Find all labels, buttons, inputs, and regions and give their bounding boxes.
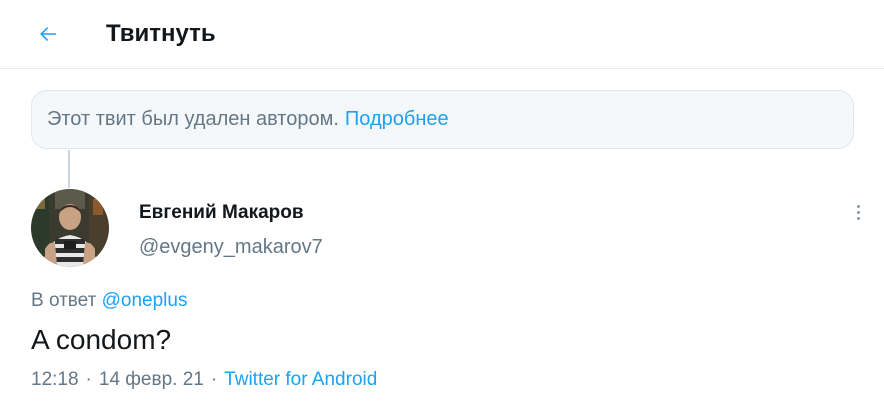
tweet-metadata: 12:18 · 14 февр. 21 · Twitter for Android xyxy=(31,368,377,392)
more-vertical-icon-dot xyxy=(856,216,860,220)
more-vertical-icon-dot xyxy=(856,210,860,214)
page-title: Твитнуть xyxy=(106,20,216,47)
more-vertical-icon xyxy=(856,204,860,208)
tweet-source-link[interactable]: Twitter for Android xyxy=(224,369,377,390)
back-button[interactable] xyxy=(28,14,68,54)
author-handle[interactable]: @evgeny_makarov7 xyxy=(139,235,323,259)
avatar[interactable] xyxy=(31,189,109,267)
more-options-button[interactable] xyxy=(848,200,868,224)
meta-separator: · xyxy=(210,369,218,390)
arrow-left-icon xyxy=(40,27,56,41)
reply-mention-link[interactable]: @oneplus xyxy=(102,290,188,311)
deleted-notice-text: Этот твит был удален автором. xyxy=(47,108,339,130)
reply-prefix: В ответ xyxy=(31,290,97,311)
meta-separator: · xyxy=(85,369,92,390)
learn-more-link[interactable]: Подробнее xyxy=(345,108,449,131)
user-photo-avatar xyxy=(31,189,109,267)
tweet-text: A condom? xyxy=(31,324,172,355)
tweet-time[interactable]: 12:18 xyxy=(31,369,79,390)
tweet-date[interactable]: 14 февр. 21 xyxy=(99,369,204,390)
author-display-name[interactable]: Евгений Макаров xyxy=(139,201,304,225)
top-bar: Твитнуть xyxy=(0,0,884,69)
thread-connector-line xyxy=(68,150,70,188)
deleted-tweet-notice: Этот твит был удален автором. Подробнее xyxy=(31,90,854,149)
reply-context: В ответ @oneplus xyxy=(31,289,187,313)
